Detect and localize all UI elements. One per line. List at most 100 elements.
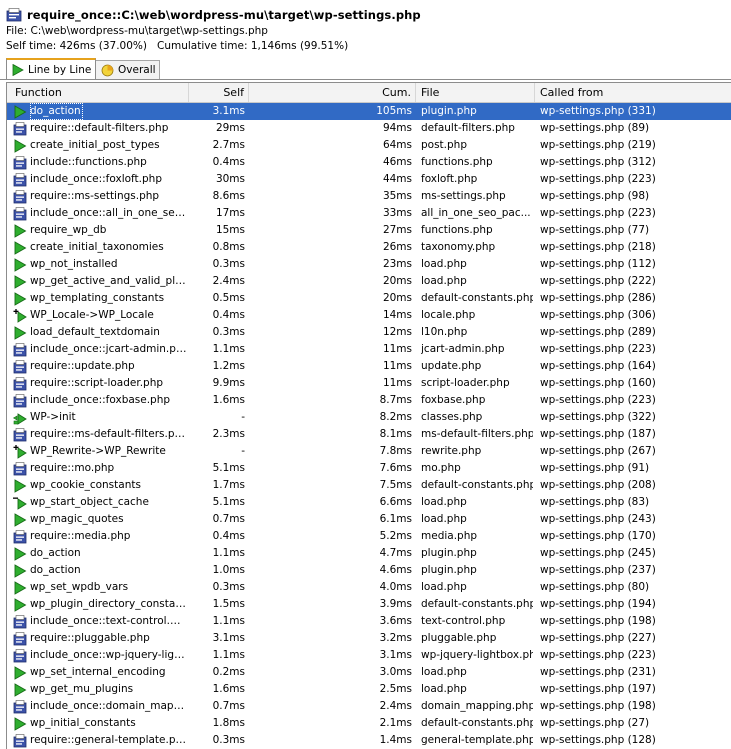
column-header-called-from[interactable]: Called from bbox=[535, 83, 731, 102]
table-body: do_action 3.1ms 105ms plugin.php wp-settings… bbox=[7, 103, 731, 749]
table-row[interactable]: WP_Locale->WP_Locale 0.4ms 14ms locale.php w… bbox=[7, 307, 731, 324]
cell-self: - bbox=[241, 411, 245, 423]
cell-file: load.php bbox=[421, 581, 467, 593]
cell-file: foxloft.php bbox=[421, 173, 478, 185]
cell-function: wp_plugin_directory_constants bbox=[13, 596, 187, 613]
table-row[interactable]: wp_plugin_directory_constants 1.5ms 3.9ms d… bbox=[7, 596, 731, 613]
function-name: load_default_textdomain bbox=[30, 326, 160, 338]
table-row[interactable]: wp_magic_quotes 0.7ms 6.1ms load.php wp-sett… bbox=[7, 511, 731, 528]
column-header-self[interactable]: Self bbox=[189, 83, 249, 102]
cell-cumulative: 7.5ms bbox=[379, 479, 412, 491]
table-row[interactable]: wp_get_mu_plugins 1.6ms 2.5ms load.php wp-se… bbox=[7, 681, 731, 698]
table-row[interactable]: include_once::jcart-admin.php 1.1ms 11ms jc… bbox=[7, 341, 731, 358]
cell-self: 15ms bbox=[215, 224, 245, 236]
cell-called-from: wp-settings.php (219) bbox=[540, 139, 656, 151]
table-row[interactable]: do_action 1.1ms 4.7ms plugin.php wp-settings… bbox=[7, 545, 731, 562]
table-row[interactable]: create_initial_taxonomies 0.8ms 26ms taxono… bbox=[7, 239, 731, 256]
table-row[interactable]: require::ms-settings.php 8.6ms 35ms ms-sett… bbox=[7, 188, 731, 205]
table-row[interactable]: wp_cookie_constants 1.7ms 7.5ms default-con… bbox=[7, 477, 731, 494]
table-row[interactable]: include_once::domain_mappin... 0.7ms 2.4ms… bbox=[7, 698, 731, 715]
cell-function: wp_get_active_and_valid_plu... bbox=[13, 273, 187, 290]
table-row[interactable]: require::general-template.php 0.3ms 1.4ms g… bbox=[7, 732, 731, 749]
cell-file: functions.php bbox=[421, 224, 493, 236]
table-row[interactable]: require::mo.php 5.1ms 7.6ms mo.php wp-settin… bbox=[7, 460, 731, 477]
php-file-icon bbox=[13, 614, 27, 629]
table-row[interactable]: require_wp_db 15ms 27ms functions.php wp-set… bbox=[7, 222, 731, 239]
cell-function: wp_start_object_cache bbox=[13, 494, 187, 511]
php-file-icon bbox=[6, 8, 22, 22]
table-row[interactable]: WP->init - 8.2ms classes.php wp-settings.php… bbox=[7, 409, 731, 426]
function-name: do_action bbox=[30, 564, 81, 576]
table-row[interactable]: require::default-filters.php 29ms 94ms defa… bbox=[7, 120, 731, 137]
cell-called-from: wp-settings.php (267) bbox=[540, 445, 656, 457]
table-row[interactable]: do_action 1.0ms 4.6ms plugin.php wp-settings… bbox=[7, 562, 731, 579]
function-name: include_once::text-control.php bbox=[30, 615, 187, 627]
table-row[interactable]: wp_set_internal_encoding 0.2ms 3.0ms load.p… bbox=[7, 664, 731, 681]
cell-self: 2.7ms bbox=[212, 139, 245, 151]
cell-function: require::update.php bbox=[13, 358, 187, 375]
function-name: require::ms-settings.php bbox=[30, 190, 160, 202]
cell-file: load.php bbox=[421, 258, 467, 270]
table-row[interactable]: wp_start_object_cache 5.1ms 6.6ms load.php w… bbox=[7, 494, 731, 511]
table-row[interactable]: do_action 3.1ms 105ms plugin.php wp-settings… bbox=[7, 103, 731, 120]
cell-file: functions.php bbox=[421, 156, 493, 168]
column-header-function[interactable]: Function bbox=[7, 83, 189, 102]
table-row[interactable]: create_initial_post_types 2.7ms 64ms post.p… bbox=[7, 137, 731, 154]
cell-cumulative: 8.7ms bbox=[379, 394, 412, 406]
php-file-icon bbox=[13, 529, 27, 544]
function-name: wp_not_installed bbox=[30, 258, 118, 270]
table-row[interactable]: include_once::foxloft.php 30ms 44ms foxloft… bbox=[7, 171, 731, 188]
cell-cumulative: 4.6ms bbox=[379, 564, 412, 576]
cell-called-from: wp-settings.php (112) bbox=[540, 258, 656, 270]
cell-function: WP_Rewrite->WP_Rewrite bbox=[13, 443, 187, 460]
table-row[interactable]: require::update.php 1.2ms 11ms update.php wp… bbox=[7, 358, 731, 375]
table-row[interactable]: include::functions.php 0.4ms 46ms functions… bbox=[7, 154, 731, 171]
cell-cumulative: 3.6ms bbox=[379, 615, 412, 627]
column-header-cum[interactable]: Cum. bbox=[249, 83, 416, 102]
cell-cumulative: 3.0ms bbox=[379, 666, 412, 678]
column-header-file[interactable]: File bbox=[416, 83, 535, 102]
cell-called-from: wp-settings.php (194) bbox=[540, 598, 656, 610]
table-row[interactable]: require::media.php 0.4ms 5.2ms media.php wp-… bbox=[7, 528, 731, 545]
table-row[interactable]: wp_get_active_and_valid_plu... 2.4ms 20ms l… bbox=[7, 273, 731, 290]
function-name: wp_cookie_constants bbox=[30, 479, 141, 491]
cell-self: 0.4ms bbox=[212, 530, 245, 542]
function-name: include_once::wp-jquery-lightb... bbox=[30, 649, 187, 661]
tab-overall[interactable]: Overall bbox=[95, 60, 160, 79]
method-icon bbox=[13, 411, 27, 425]
cell-function: create_initial_post_types bbox=[13, 137, 187, 154]
table-row[interactable]: require::pluggable.php 3.1ms 3.2ms pluggabl… bbox=[7, 630, 731, 647]
table-row[interactable]: include_once::foxbase.php 1.6ms 8.7ms foxba… bbox=[7, 392, 731, 409]
table-row[interactable]: wp_set_wpdb_vars 0.3ms 4.0ms load.php wp-set… bbox=[7, 579, 731, 596]
table-row[interactable]: require::ms-default-filters.php 2.3ms 8.1m… bbox=[7, 426, 731, 443]
cell-file: default-constants.php bbox=[421, 479, 533, 491]
tab-line-by-line[interactable]: Line by Line bbox=[6, 58, 96, 79]
table-row[interactable]: wp_templating_constants 0.5ms 20ms default-… bbox=[7, 290, 731, 307]
play-icon bbox=[13, 257, 27, 272]
table-row[interactable]: wp_initial_constants 1.8ms 2.1ms default-co… bbox=[7, 715, 731, 732]
profile-table: Function Self Cum. File Called from do_a… bbox=[6, 82, 731, 749]
table-row[interactable]: wp_not_installed 0.3ms 23ms load.php wp-sett… bbox=[7, 256, 731, 273]
table-row[interactable]: include_once::wp-jquery-lightb... 1.1ms 3.… bbox=[7, 647, 731, 664]
table-row[interactable]: require::script-loader.php 9.9ms 11ms scrip… bbox=[7, 375, 731, 392]
cell-file: plugin.php bbox=[421, 547, 477, 559]
cell-cumulative: 3.1ms bbox=[379, 649, 412, 661]
php-file-icon bbox=[13, 648, 27, 663]
cell-file: load.php bbox=[421, 666, 467, 678]
pie-chart-icon bbox=[101, 64, 114, 77]
cell-function: do_action bbox=[13, 545, 187, 562]
cell-called-from: wp-settings.php (222) bbox=[540, 275, 656, 287]
table-row[interactable]: WP_Rewrite->WP_Rewrite - 7.8ms rewrite.php w… bbox=[7, 443, 731, 460]
cell-cumulative: 4.7ms bbox=[379, 547, 412, 559]
cell-cumulative: 105ms bbox=[376, 105, 412, 117]
table-row[interactable]: load_default_textdomain 0.3ms 12ms l10n.php… bbox=[7, 324, 731, 341]
table-row[interactable]: include_once::all_in_one_seo_... 17ms 33ms… bbox=[7, 205, 731, 222]
php-file-icon bbox=[13, 376, 27, 391]
table-row[interactable]: include_once::text-control.php 1.1ms 3.6ms… bbox=[7, 613, 731, 630]
php-file-icon bbox=[13, 359, 27, 374]
cell-self: 2.4ms bbox=[212, 275, 245, 287]
play-icon bbox=[13, 716, 27, 731]
function-name: require::media.php bbox=[30, 530, 131, 542]
cell-file: media.php bbox=[421, 530, 478, 542]
cell-cumulative: 2.1ms bbox=[379, 717, 412, 729]
